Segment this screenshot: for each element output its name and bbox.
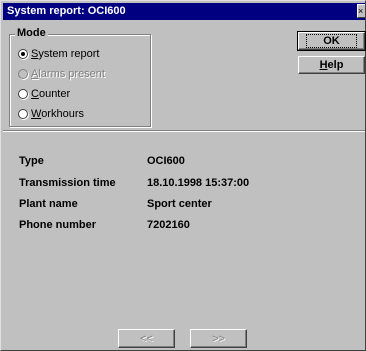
plant-name-label: Plant name <box>19 198 78 210</box>
radio-workhours[interactable]: Workhours <box>18 107 84 121</box>
mode-group-label: Mode <box>15 27 48 39</box>
next-button[interactable]: >> <box>190 329 247 348</box>
ok-button-label: OK <box>306 34 357 48</box>
window-title: System report: OCI600 <box>7 5 126 17</box>
phone-number-value: 7202160 <box>147 219 190 231</box>
separator <box>3 130 365 132</box>
title-bar[interactable]: System report: OCI600 × <box>3 3 365 20</box>
plant-name-value: Sport center <box>147 198 212 210</box>
type-value: OCI600 <box>147 155 185 167</box>
radio-button-icon[interactable] <box>18 49 28 59</box>
type-label: Type <box>19 155 44 167</box>
previous-button-label: << <box>140 332 153 345</box>
system-report-dialog: System report: OCI600 × Mode System repo… <box>0 0 366 351</box>
radio-system-report[interactable]: System report <box>18 47 99 61</box>
radio-label-system-report: System report <box>31 48 100 60</box>
radio-label-counter: Counter <box>31 88 71 100</box>
radio-label-workhours: Workhours <box>31 108 84 120</box>
help-button[interactable]: Help <box>298 56 365 74</box>
next-button-label: >> <box>212 332 225 345</box>
close-button[interactable]: × <box>357 4 365 18</box>
radio-button-icon[interactable] <box>18 109 28 119</box>
close-icon: × <box>358 6 364 16</box>
radio-button-icon <box>18 69 28 79</box>
radio-alarms-present: Alarms present <box>18 67 105 81</box>
phone-number-label: Phone number <box>19 219 97 231</box>
transmission-time-label: Transmission time <box>19 177 116 189</box>
transmission-time-value: 18.10.1998 15:37:00 <box>147 177 250 189</box>
previous-button[interactable]: << <box>118 329 175 348</box>
radio-label-alarms-present: Alarms present <box>31 68 105 80</box>
radio-counter[interactable]: Counter <box>18 87 70 101</box>
radio-button-icon[interactable] <box>18 89 28 99</box>
help-button-label: Help <box>319 59 344 71</box>
ok-button[interactable]: OK <box>297 31 366 51</box>
